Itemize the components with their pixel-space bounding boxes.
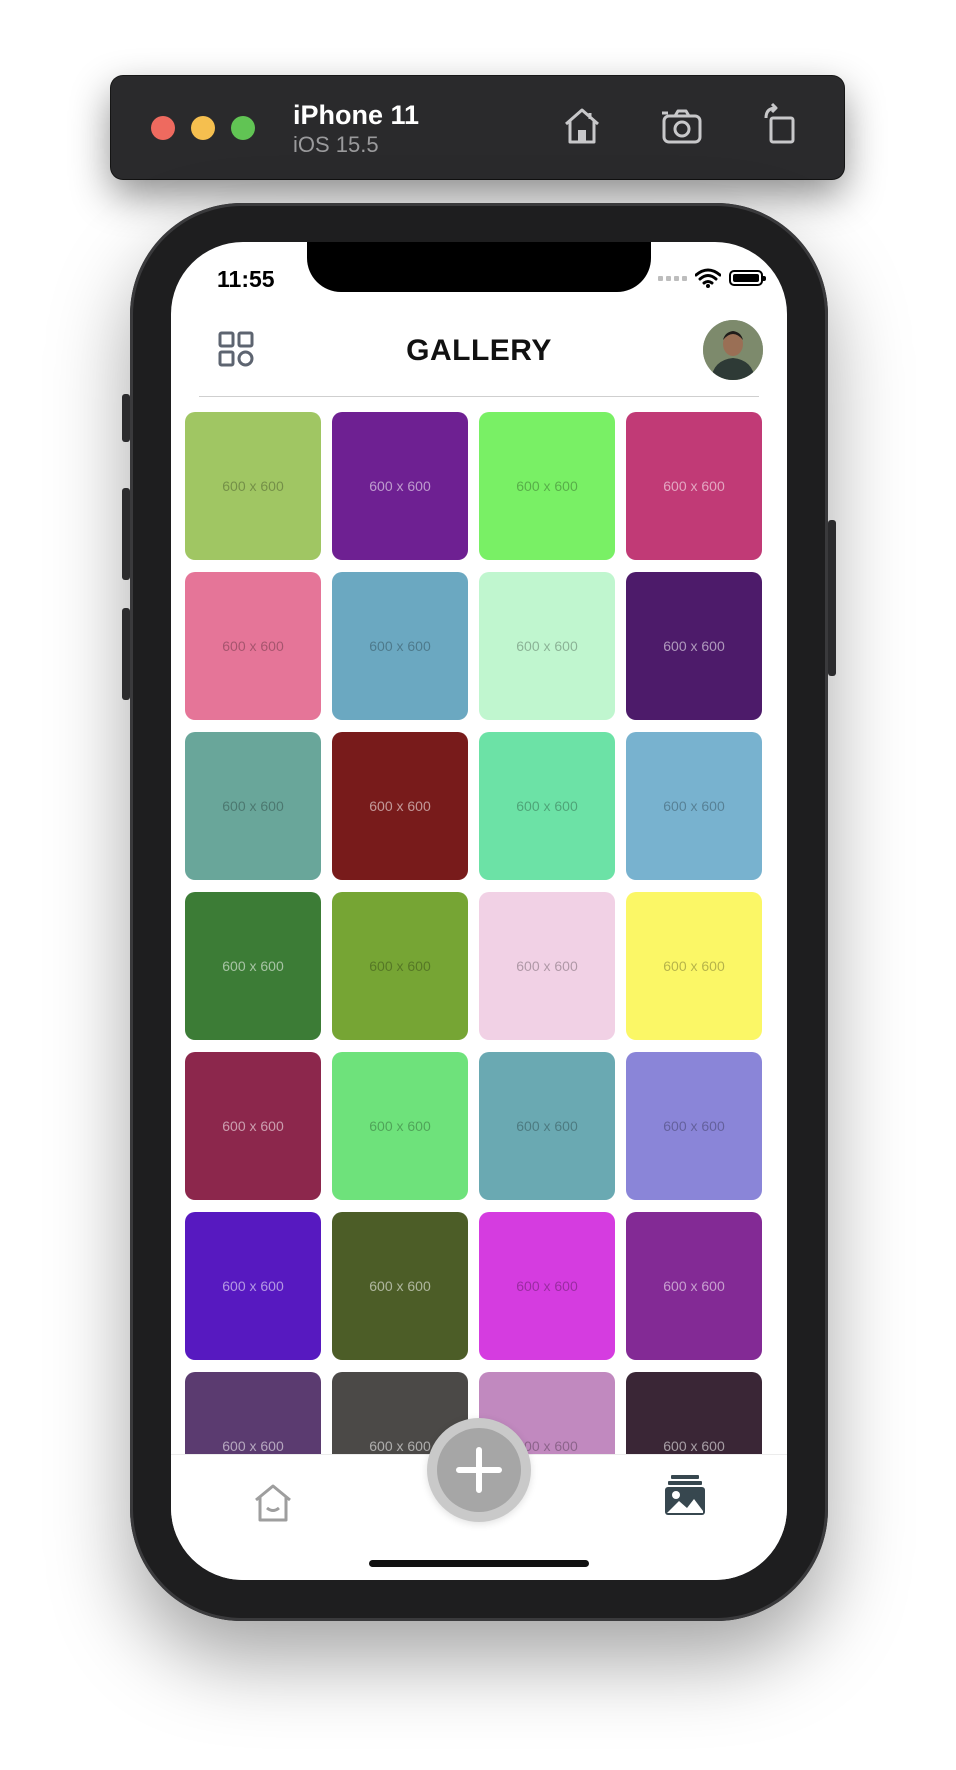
close-window-button[interactable] bbox=[151, 116, 175, 140]
tile-label: 600 x 600 bbox=[369, 1278, 431, 1294]
gallery-tile[interactable]: 600 x 600 bbox=[185, 412, 321, 560]
phone-screen: 11:55 GALLERY 600 x 600 600 x 600 600 x … bbox=[171, 242, 787, 1580]
gallery-tile[interactable]: 600 x 600 bbox=[626, 892, 762, 1040]
tile-label: 600 x 600 bbox=[222, 478, 284, 494]
tile-label: 600 x 600 bbox=[369, 1438, 431, 1454]
power-button bbox=[828, 520, 836, 676]
tile-label: 600 x 600 bbox=[516, 798, 578, 814]
notch bbox=[307, 242, 651, 292]
app-header: GALLERY bbox=[171, 312, 787, 398]
zoom-window-button[interactable] bbox=[231, 116, 255, 140]
gallery-tile[interactable]: 600 x 600 bbox=[479, 1052, 615, 1200]
volume-down-button bbox=[122, 608, 130, 700]
add-button[interactable] bbox=[427, 1418, 531, 1522]
camera-icon[interactable] bbox=[658, 102, 706, 150]
tile-label: 600 x 600 bbox=[516, 1278, 578, 1294]
gallery-tile[interactable]: 600 x 600 bbox=[626, 412, 762, 560]
wifi-icon bbox=[695, 268, 721, 288]
tile-label: 600 x 600 bbox=[369, 638, 431, 654]
tile-label: 600 x 600 bbox=[663, 798, 725, 814]
gallery-tile[interactable]: 600 x 600 bbox=[479, 572, 615, 720]
gallery-tile[interactable]: 600 x 600 bbox=[332, 1052, 468, 1200]
gallery-tile[interactable]: 600 x 600 bbox=[332, 732, 468, 880]
os-version: iOS 15.5 bbox=[293, 132, 379, 157]
gallery-tile[interactable]: 600 x 600 bbox=[479, 1212, 615, 1360]
tile-label: 600 x 600 bbox=[516, 478, 578, 494]
tile-label: 600 x 600 bbox=[663, 1278, 725, 1294]
tile-label: 600 x 600 bbox=[663, 638, 725, 654]
rotate-icon[interactable] bbox=[756, 102, 804, 150]
home-icon[interactable] bbox=[251, 1481, 295, 1525]
tile-label: 600 x 600 bbox=[222, 958, 284, 974]
home-icon[interactable] bbox=[558, 102, 606, 150]
tile-label: 600 x 600 bbox=[516, 1118, 578, 1134]
tile-label: 600 x 600 bbox=[369, 958, 431, 974]
tile-label: 600 x 600 bbox=[222, 1278, 284, 1294]
tile-label: 600 x 600 bbox=[369, 798, 431, 814]
mute-switch bbox=[122, 394, 130, 442]
gallery-tile[interactable]: 600 x 600 bbox=[626, 1052, 762, 1200]
gallery-tile[interactable]: 600 x 600 bbox=[185, 1212, 321, 1360]
gallery-tile[interactable]: 600 x 600 bbox=[626, 732, 762, 880]
page-title: GALLERY bbox=[406, 334, 552, 367]
gallery-tile[interactable]: 600 x 600 bbox=[185, 892, 321, 1040]
tile-label: 600 x 600 bbox=[663, 1118, 725, 1134]
signal-icon bbox=[658, 275, 687, 281]
photos-icon[interactable] bbox=[663, 1473, 707, 1517]
gallery-tile[interactable]: 600 x 600 bbox=[626, 572, 762, 720]
gallery-tile[interactable]: 600 x 600 bbox=[626, 1212, 762, 1360]
gallery-tile[interactable]: 600 x 600 bbox=[332, 572, 468, 720]
gallery-tile[interactable]: 600 x 600 bbox=[185, 1052, 321, 1200]
volume-up-button bbox=[122, 488, 130, 580]
gallery-tile[interactable]: 600 x 600 bbox=[479, 412, 615, 560]
gallery-tile[interactable]: 600 x 600 bbox=[185, 572, 321, 720]
tile-label: 600 x 600 bbox=[663, 478, 725, 494]
tile-label: 600 x 600 bbox=[663, 958, 725, 974]
header-divider bbox=[199, 396, 759, 397]
tile-label: 600 x 600 bbox=[369, 1118, 431, 1134]
tile-label: 600 x 600 bbox=[516, 958, 578, 974]
tile-label: 600 x 600 bbox=[663, 1438, 725, 1454]
gallery-tile[interactable]: 600 x 600 bbox=[479, 732, 615, 880]
gallery-tile[interactable]: 600 x 600 bbox=[332, 1212, 468, 1360]
status-time: 11:55 bbox=[217, 266, 275, 292]
minimize-window-button[interactable] bbox=[191, 116, 215, 140]
gallery-tile[interactable]: 600 x 600 bbox=[185, 732, 321, 880]
battery-icon bbox=[729, 270, 766, 286]
status-icons bbox=[658, 268, 766, 288]
avatar[interactable] bbox=[703, 320, 763, 380]
gallery-tile[interactable]: 600 x 600 bbox=[332, 892, 468, 1040]
device-name: iPhone 11 bbox=[293, 100, 420, 130]
home-indicator bbox=[369, 1560, 589, 1567]
tile-label: 600 x 600 bbox=[222, 638, 284, 654]
tile-label: 600 x 600 bbox=[222, 1438, 284, 1454]
plus-icon bbox=[437, 1428, 521, 1512]
gallery-tile[interactable]: 600 x 600 bbox=[332, 412, 468, 560]
gallery-tile[interactable]: 600 x 600 bbox=[479, 892, 615, 1040]
tile-label: 600 x 600 bbox=[222, 1118, 284, 1134]
tile-label: 600 x 600 bbox=[222, 798, 284, 814]
tile-label: 600 x 600 bbox=[516, 638, 578, 654]
tile-label: 600 x 600 bbox=[369, 478, 431, 494]
simulator-toolbar: iPhone 11 iOS 15.5 bbox=[111, 76, 844, 179]
